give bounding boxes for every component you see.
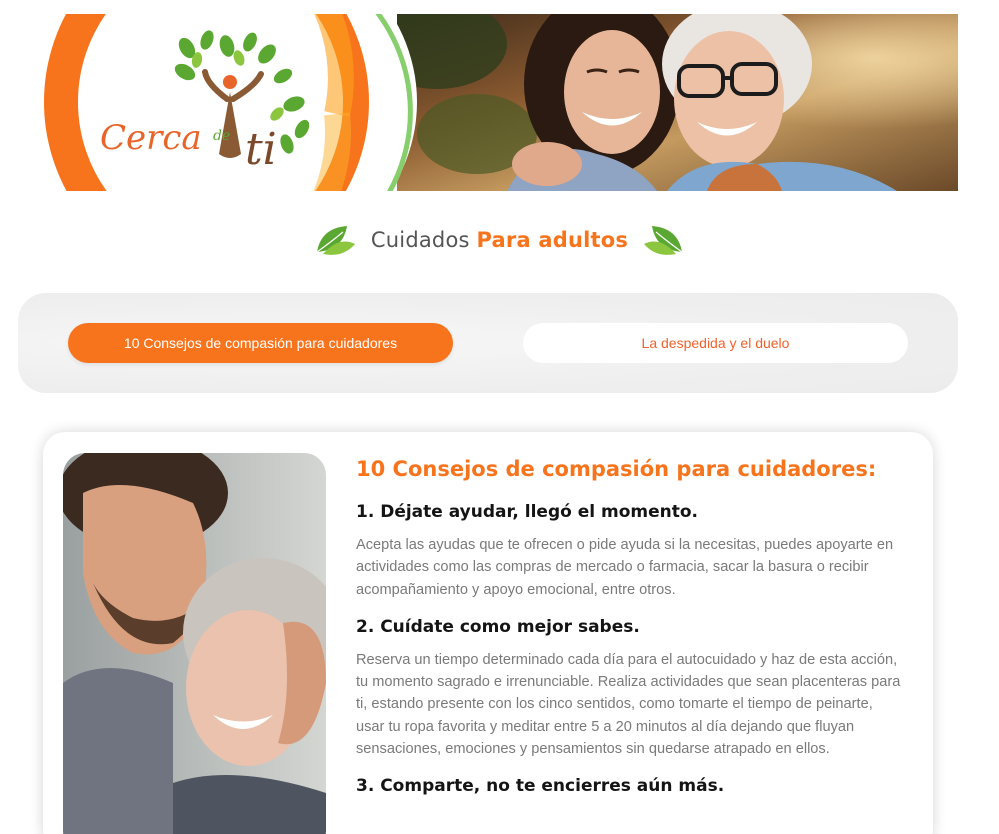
tips-content: 10 Consejos de compasión para cuidadores… [356,452,901,808]
tip-body: Acepta las ayudas que te ofrecen o pide … [356,537,894,598]
leaf-icon [644,226,683,255]
header-banner: Cerca de ti [37,14,958,191]
logo-word-de: de [213,128,230,144]
svg-text:ti: ti [245,124,277,175]
tab-consejos[interactable]: 10 Consejos de compasión para cuidadores [68,323,453,363]
logo-word-cerca: Cerca [100,118,202,158]
tip-body: Reserva un tiempo determinado cada día p… [356,651,901,758]
cerca-de-ti-logo[interactable]: Cerca de ti [37,14,457,191]
section-title: Cuidados Para adultos [0,220,999,260]
page-title: Cuidados Para adultos [371,228,628,252]
title-plain: Cuidados [370,228,470,252]
leaf-icon [316,226,355,255]
card-heading: 10 Consejos de compasión para cuidadores… [356,457,877,481]
man-kissing-woman-forehead-photo [63,453,326,834]
tab-despedida-duelo[interactable]: La despedida y el duelo [523,323,908,363]
title-highlight: Para adultos [476,228,629,252]
logo-word-ti: ti [245,124,277,175]
svg-text:de: de [213,128,230,144]
two-women-hugging-photo [397,14,958,191]
tabs-panel: 10 Consejos de compasión para cuidadores… [18,293,958,393]
tip-title: 3. Comparte, no te encierres aún más. [356,776,725,797]
tip-title: 1. Déjate ayudar, llegó el momento. [356,502,698,522]
svg-text:Cerca: Cerca [100,118,202,158]
tip-title: 2. Cuídate como mejor sabes. [356,616,640,637]
content-card: 10 Consejos de compasión para cuidadores… [43,432,933,834]
